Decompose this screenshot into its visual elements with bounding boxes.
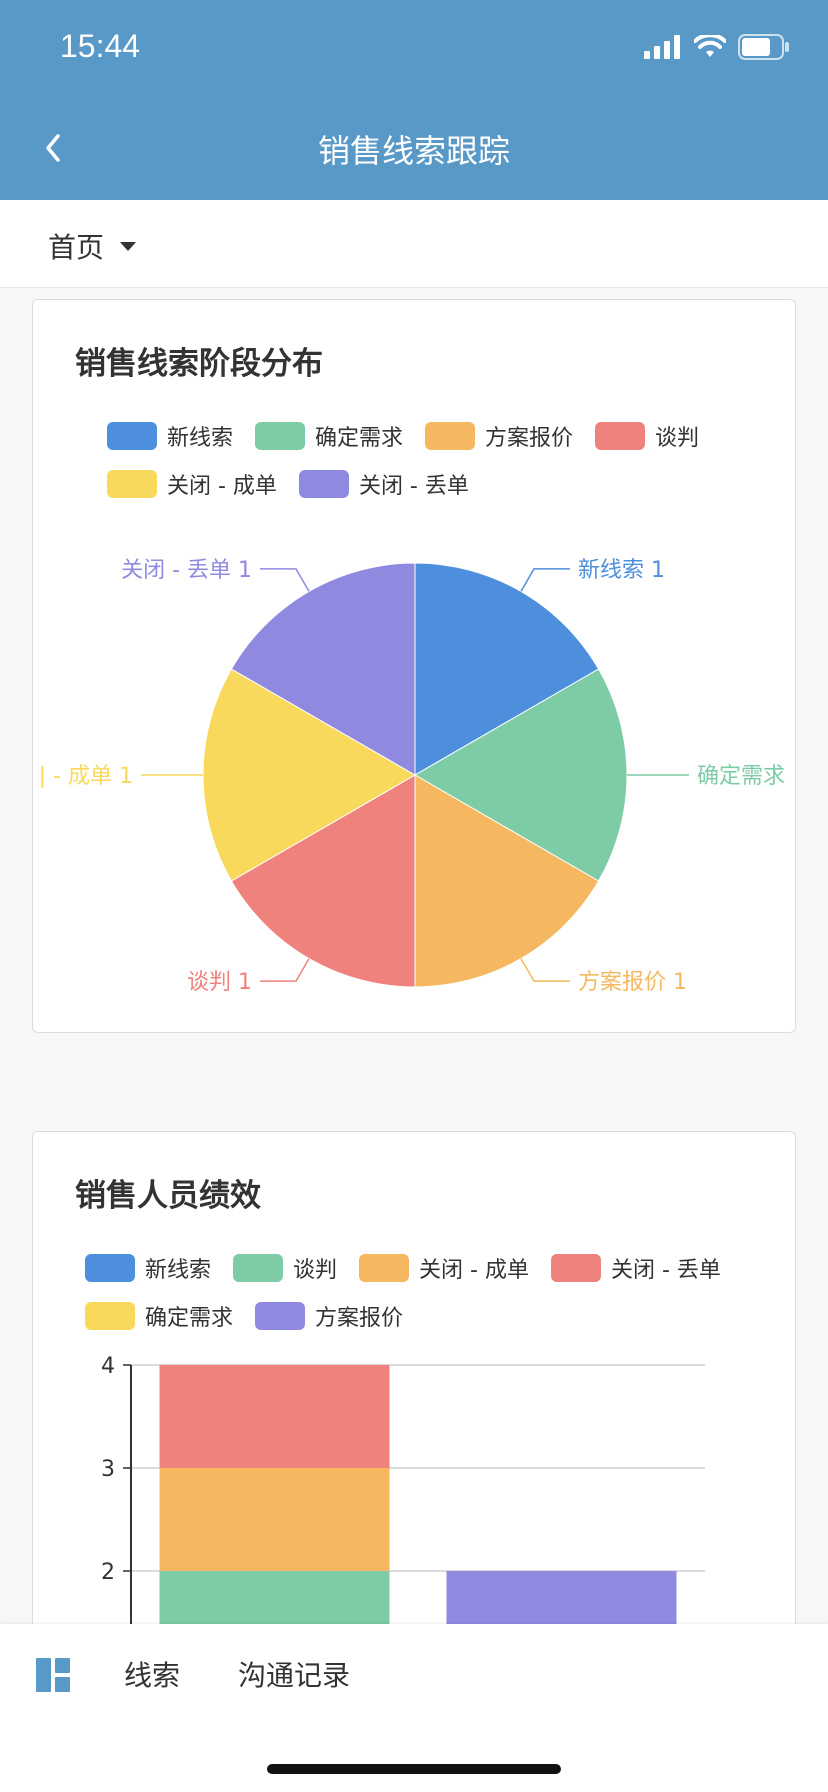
page-title: 销售线索跟踪: [317, 132, 510, 170]
pie-label-line: [520, 568, 570, 592]
status-time: 15:44: [60, 28, 141, 64]
y-tick-label: 4: [101, 1354, 115, 1379]
app-header: 15:44 销售线索跟踪: [0, 0, 828, 200]
tab-communication-records[interactable]: 沟通记录: [238, 1654, 350, 1694]
pie-data-label: 谈判 1: [187, 970, 252, 995]
pie-data-label: 确定需求: [697, 764, 785, 789]
pie-data-label: 新线索 1: [578, 558, 665, 583]
y-tick-label: 2: [101, 1560, 115, 1585]
bar-segment[interactable]: [159, 1468, 390, 1571]
breadcrumb-bar: 首页: [0, 200, 828, 288]
wifi-icon: [694, 35, 726, 57]
breadcrumb-label: 首页: [48, 231, 105, 264]
pie-label-line: [260, 958, 310, 982]
pie-chart: 新线索 1 确定需求方案报价 1 谈判 1 | - 成单 1 关闭 - 丢单 1: [39, 558, 785, 995]
battery-icon: [738, 34, 789, 60]
pie-label-line: [260, 568, 310, 592]
pie-chart-card: 销售线索阶段分布 新线索 确定需求 方案报价 谈判 关闭 - 成单 关闭 - 丢单 新线索…: [32, 299, 796, 1033]
pie-data-label: 关闭 - 丢单 1: [121, 558, 252, 583]
signal-icon: [644, 35, 680, 59]
home-indicator: [267, 1764, 561, 1774]
pie-data-label: | - 成单 1: [39, 764, 133, 789]
dashboard-icon[interactable]: [36, 1658, 70, 1692]
bar-chart-card: 销售人员绩效 新线索 谈判 关闭 - 成单 关闭 - 丢单 确定需求 方案报价 234: [32, 1131, 796, 1652]
pie-data-label: 方案报价 1: [578, 970, 687, 995]
pie-label-line: [520, 958, 570, 982]
bar-segment[interactable]: [159, 1365, 390, 1468]
bar-chart: 2 3 4: [101, 1354, 705, 1652]
y-tick-label: 3: [101, 1457, 115, 1482]
caret-down-icon: [120, 241, 137, 251]
breadcrumb-dropdown[interactable]: 首页: [48, 226, 137, 266]
tab-lead[interactable]: 线索: [124, 1654, 180, 1694]
status-icons: [644, 34, 790, 60]
